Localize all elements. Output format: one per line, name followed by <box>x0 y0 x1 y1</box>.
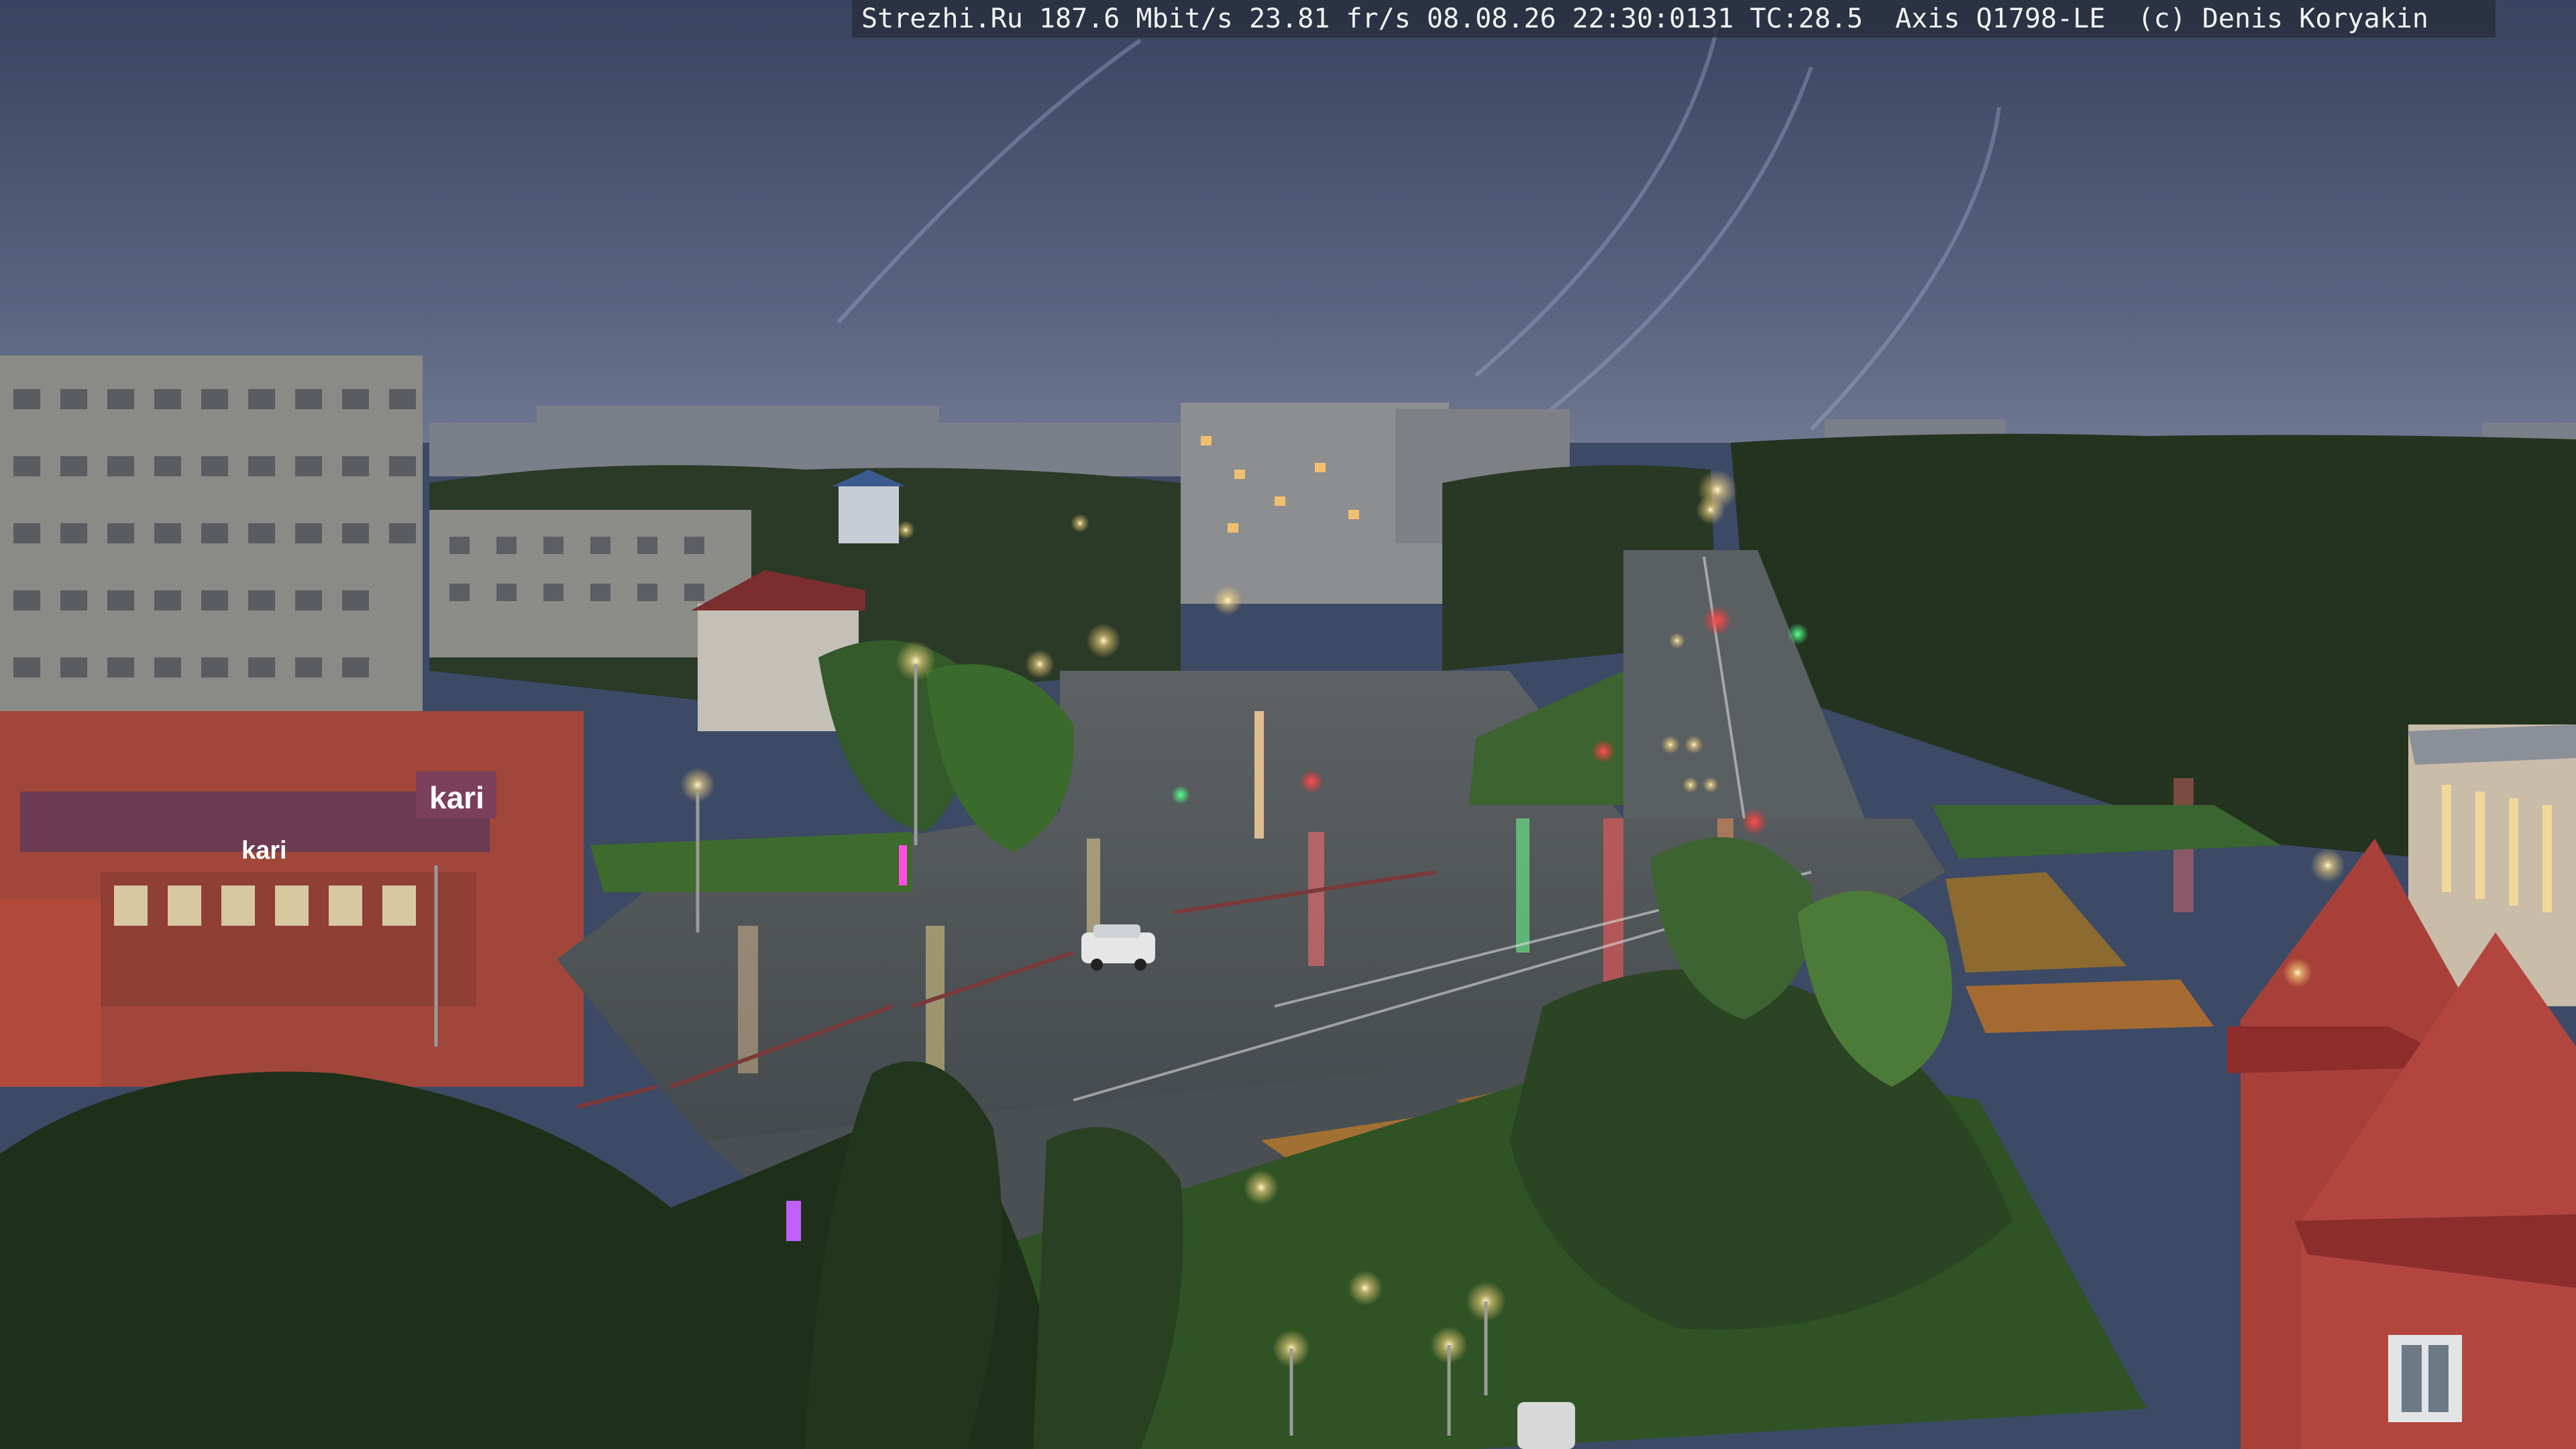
camera-overlay-caption: Strezhi.Ru 187.6 Mbit/s 23.81 fr/s 08.08… <box>852 0 2496 38</box>
webcam-frame: kari kari Strezhi.Ru 187.6 Mbit/s 23.81 … <box>0 0 2576 1449</box>
left-apartment-building <box>0 356 423 771</box>
bottom-parked-car <box>1517 1402 1575 1449</box>
shopping-mall <box>0 711 584 1087</box>
lawn-left <box>590 832 912 892</box>
plaza-neon-sign <box>899 845 907 885</box>
small-neon-sign <box>786 1201 801 1241</box>
mall-brand-sign: kari <box>429 780 484 815</box>
mall-brand-sign-small: kari <box>241 837 287 865</box>
overlay-caption-text: Strezhi.Ru 187.6 Mbit/s 23.81 fr/s 08.08… <box>861 3 2428 34</box>
city-street-scene: kari kari <box>0 0 2576 1449</box>
